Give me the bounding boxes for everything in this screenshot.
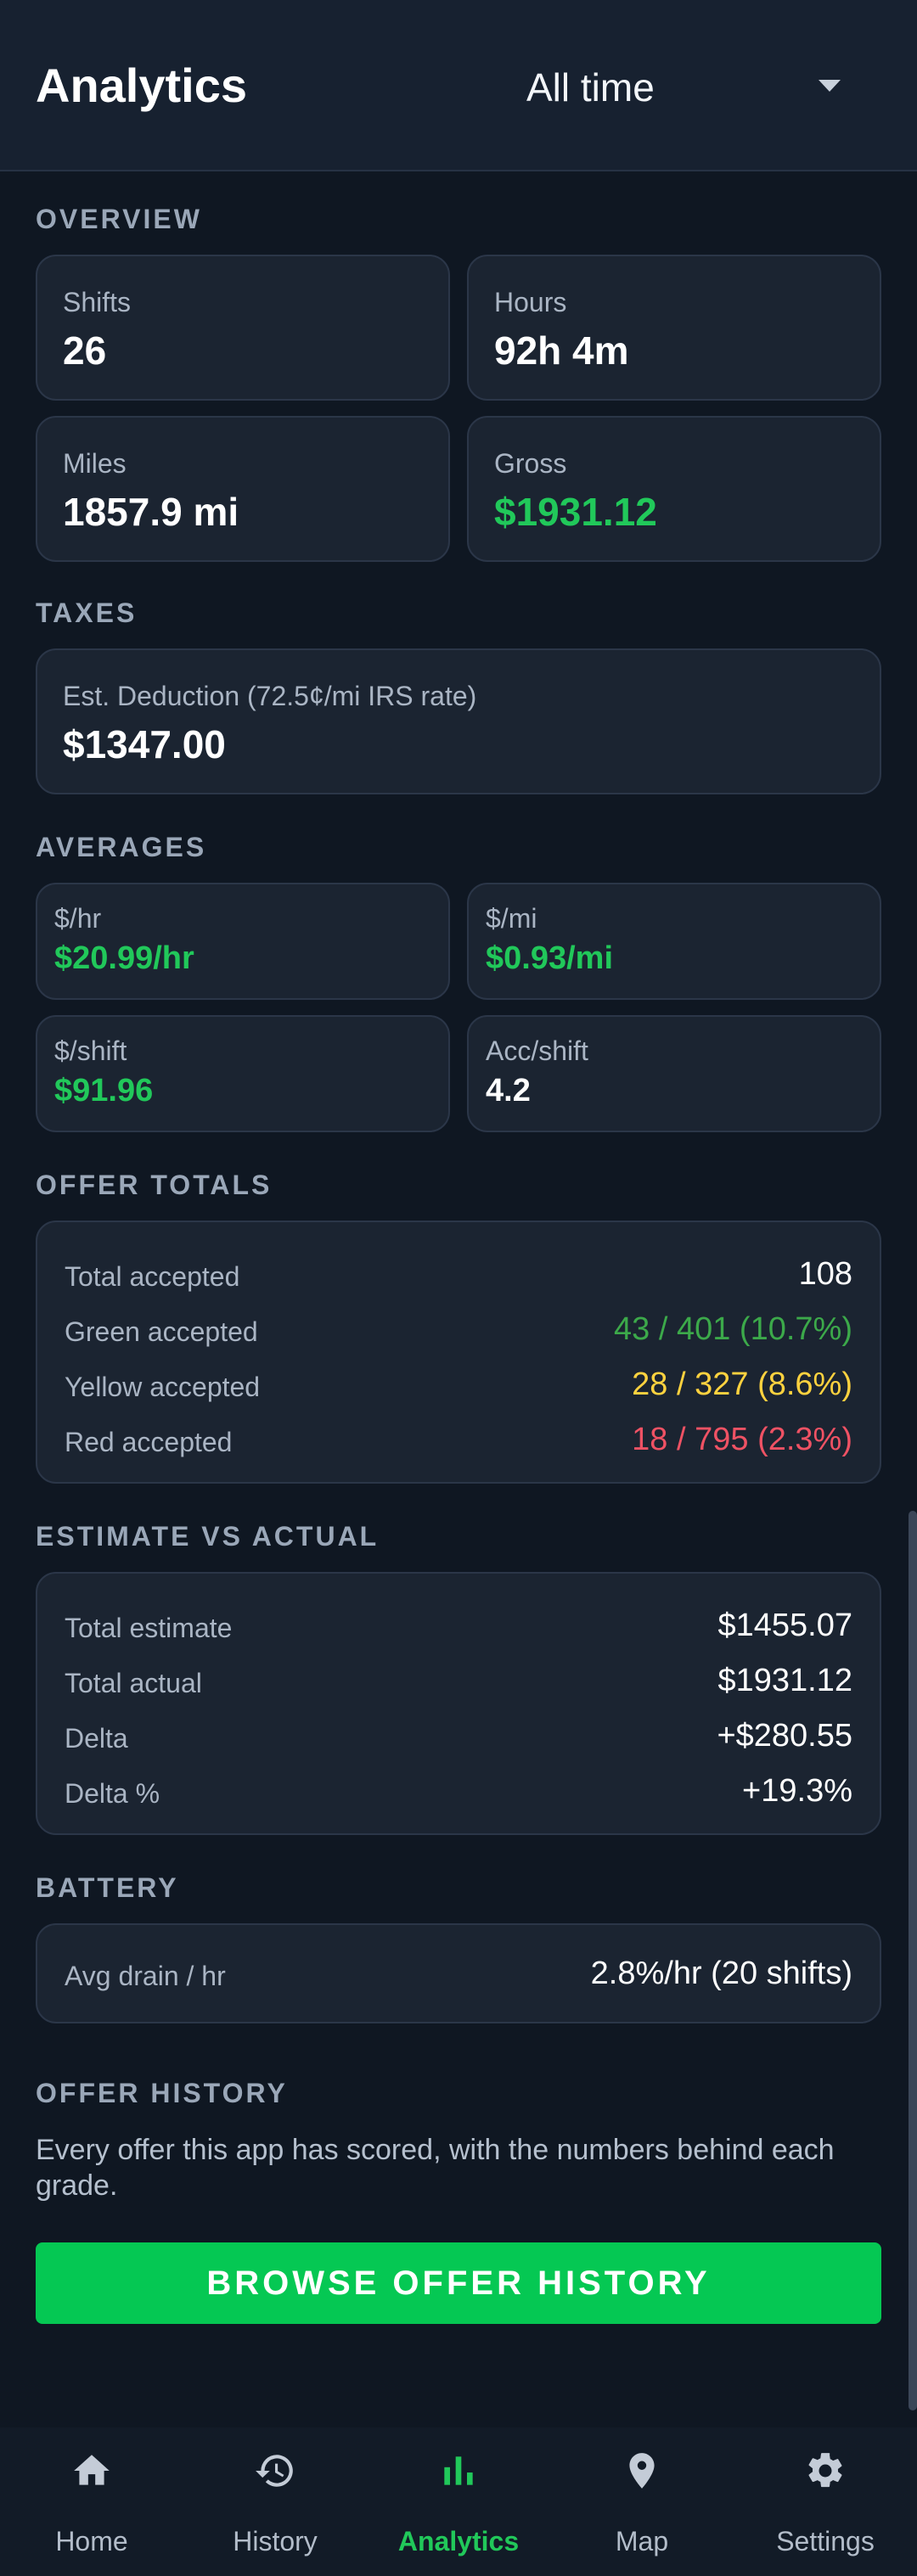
history-icon: [256, 2455, 293, 2487]
app-header: Analytics All time: [0, 0, 917, 171]
nav-item-settings[interactable]: Settings: [734, 2427, 917, 2576]
bottom-nav: Home History Analytics Map Settings: [0, 2427, 917, 2576]
battery-row-avg-drain: Avg drain / hr 2.8%/hr (20 shifts): [65, 1954, 852, 1996]
stat-value: 92h 4m: [494, 328, 629, 373]
row-label: Yellow accepted: [65, 1372, 261, 1402]
browse-offer-history-button[interactable]: BROWSE OFFER HISTORY: [36, 2242, 881, 2324]
stat-label: Shifts: [63, 287, 132, 317]
stat-value: 26: [63, 328, 107, 373]
dropdown-caret-icon: [819, 80, 841, 92]
avg-card-per-hour: $/hr $20.99/hr: [36, 883, 450, 1000]
stat-card-miles: Miles 1857.9 mi: [36, 416, 450, 562]
stat-card-gross: Gross $1931.12: [467, 416, 881, 562]
page-title: Analytics: [36, 59, 247, 112]
avg-card-acc-per-shift: Acc/shift 4.2: [467, 1015, 881, 1132]
section-title-estimate-vs-actual: ESTIMATE VS ACTUAL: [36, 1521, 380, 1552]
tax-deduction-card: Est. Deduction (72.5¢/mi IRS rate) $1347…: [36, 648, 881, 794]
tax-deduction-value: $1347.00: [63, 722, 226, 766]
stat-label: Hours: [494, 287, 567, 317]
nav-item-history[interactable]: History: [183, 2427, 367, 2576]
stat-label: $/hr: [54, 903, 102, 934]
offer-totals-card: Total accepted 108 Green accepted 43 / 4…: [36, 1221, 881, 1484]
nav-item-home[interactable]: Home: [0, 2427, 183, 2576]
time-range-dropdown[interactable]: All time: [475, 48, 883, 124]
analytics-screen: Analytics All time OVERVIEW Shifts 26 Ho…: [0, 0, 917, 2576]
offer-row-green: Green accepted 43 / 401 (10.7%): [65, 1310, 852, 1352]
nav-label: Analytics: [397, 2526, 520, 2556]
battery-card: Avg drain / hr 2.8%/hr (20 shifts): [36, 1923, 881, 2023]
avg-card-per-mile: $/mi $0.93/mi: [467, 883, 881, 1000]
offer-history-description: Every offer this app has scored, with th…: [36, 2134, 835, 2202]
home-icon: [74, 2455, 110, 2485]
section-title-offer-history: OFFER HISTORY: [36, 2078, 288, 2108]
offer-row-yellow: Yellow accepted 28 / 327 (8.6%): [65, 1365, 852, 1407]
row-value: $1931.12: [717, 1663, 853, 1698]
stat-label: Miles: [63, 448, 127, 479]
section-title-battery: BATTERY: [36, 1872, 179, 1903]
map-pin-icon: [629, 2453, 655, 2489]
offer-row-total: Total accepted 108: [65, 1254, 852, 1297]
section-title-offer-totals: OFFER TOTALS: [36, 1170, 273, 1200]
estimate-row-total-actual: Total actual $1931.12: [65, 1661, 852, 1703]
row-label: Delta %: [65, 1778, 160, 1809]
row-value: +19.3%: [742, 1773, 852, 1809]
stat-label: $/shift: [54, 1035, 127, 1066]
stat-label: Acc/shift: [486, 1035, 588, 1066]
estimate-card: Total estimate $1455.07 Total actual $19…: [36, 1572, 881, 1835]
row-label: Total accepted: [65, 1261, 240, 1292]
nav-item-map[interactable]: Map: [550, 2427, 734, 2576]
estimate-row-delta-percent: Delta % +19.3%: [65, 1771, 852, 1814]
stat-card-shifts: Shifts 26: [36, 255, 450, 401]
avg-card-per-shift: $/shift $91.96: [36, 1015, 450, 1132]
stat-value: $1931.12: [494, 490, 657, 534]
nav-item-analytics[interactable]: Analytics: [367, 2427, 550, 2576]
bar-chart-icon: [444, 2456, 473, 2485]
nav-label: Settings: [776, 2526, 875, 2556]
stat-value: $20.99/hr: [54, 940, 194, 976]
estimate-row-delta: Delta +$280.55: [65, 1716, 852, 1759]
row-value: 108: [798, 1256, 852, 1292]
stat-card-hours: Hours 92h 4m: [467, 255, 881, 401]
section-title-taxes: TAXES: [36, 598, 138, 628]
row-label: Avg drain / hr: [65, 1961, 226, 1991]
estimate-row-total-estimate: Total estimate $1455.07: [65, 1606, 852, 1648]
nav-label: Home: [55, 2526, 128, 2556]
stat-label: Gross: [494, 448, 567, 479]
stat-value: 4.2: [486, 1073, 531, 1108]
row-value: $1455.07: [717, 1608, 853, 1643]
stat-label: $/mi: [486, 903, 537, 934]
row-label: Total actual: [65, 1668, 202, 1698]
nav-label: Map: [615, 2526, 669, 2556]
row-label: Total estimate: [65, 1613, 233, 1643]
section-title-averages: AVERAGES: [36, 832, 207, 862]
row-label: Red accepted: [65, 1427, 233, 1457]
nav-label: History: [233, 2526, 318, 2556]
scrollbar-thumb[interactable]: [909, 1511, 917, 2410]
row-value: 18 / 795 (2.3%): [632, 1422, 852, 1457]
offer-row-red: Red accepted 18 / 795 (2.3%): [65, 1420, 852, 1462]
tax-deduction-label: Est. Deduction (72.5¢/mi IRS rate): [63, 681, 477, 711]
stat-value: $91.96: [54, 1073, 154, 1108]
stat-value: $0.93/mi: [486, 940, 613, 976]
row-value: 28 / 327 (8.6%): [632, 1367, 852, 1402]
row-value: 43 / 401 (10.7%): [614, 1311, 852, 1347]
gear-icon: [808, 2453, 842, 2488]
row-label: Green accepted: [65, 1316, 258, 1347]
time-range-value: All time: [526, 65, 655, 109]
stat-value: 1857.9 mi: [63, 490, 239, 534]
row-value: 2.8%/hr (20 shifts): [590, 1956, 852, 1991]
row-value: +$280.55: [717, 1718, 852, 1754]
section-title-overview: OVERVIEW: [36, 204, 202, 234]
row-label: Delta: [65, 1723, 128, 1754]
